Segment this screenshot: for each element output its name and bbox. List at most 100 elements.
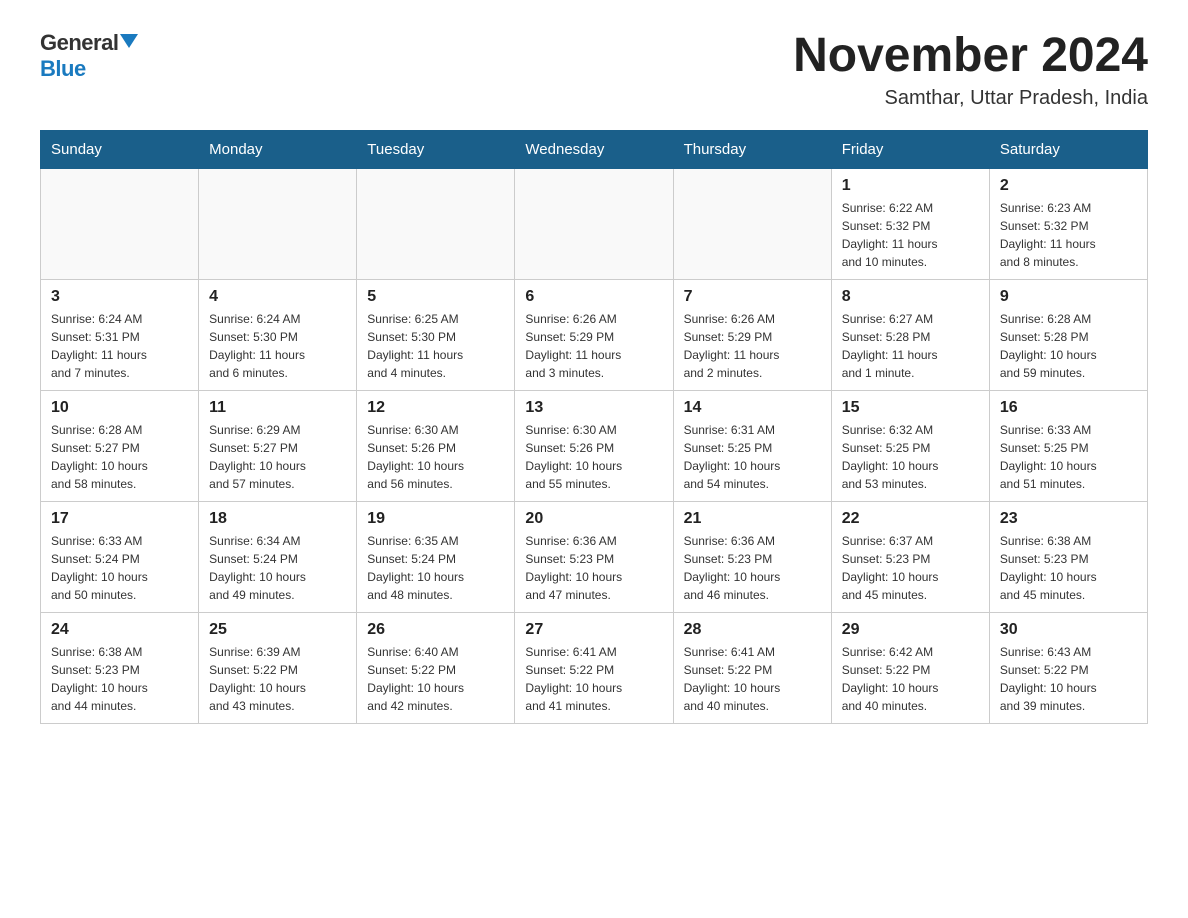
day-info: Sunrise: 6:31 AM Sunset: 5:25 PM Dayligh… bbox=[684, 421, 821, 493]
calendar-cell bbox=[199, 168, 357, 279]
calendar-cell: 4 Sunrise: 6:24 AM Sunset: 5:30 PM Daylig… bbox=[199, 279, 357, 390]
weekday-header-tuesday: Tuesday bbox=[357, 130, 515, 168]
calendar-cell: 6 Sunrise: 6:26 AM Sunset: 5:29 PM Daylig… bbox=[515, 279, 673, 390]
calendar-cell: 24 Sunrise: 6:38 AM Sunset: 5:23 PM Dayli… bbox=[41, 612, 199, 723]
calendar-cell: 8 Sunrise: 6:27 AM Sunset: 5:28 PM Daylig… bbox=[831, 279, 989, 390]
day-info: Sunrise: 6:29 AM Sunset: 5:27 PM Dayligh… bbox=[209, 421, 346, 493]
calendar-cell: 3 Sunrise: 6:24 AM Sunset: 5:31 PM Daylig… bbox=[41, 279, 199, 390]
title-section: November 2024 Samthar, Uttar Pradesh, In… bbox=[793, 30, 1148, 110]
calendar-cell: 21 Sunrise: 6:36 AM Sunset: 5:23 PM Dayli… bbox=[673, 501, 831, 612]
calendar-week-row: 17 Sunrise: 6:33 AM Sunset: 5:24 PM Dayli… bbox=[41, 501, 1148, 612]
weekday-header-monday: Monday bbox=[199, 130, 357, 168]
location-subtitle: Samthar, Uttar Pradesh, India bbox=[793, 87, 1148, 110]
calendar-week-row: 10 Sunrise: 6:28 AM Sunset: 5:27 PM Dayli… bbox=[41, 390, 1148, 501]
day-number: 3 bbox=[51, 288, 188, 306]
day-info: Sunrise: 6:39 AM Sunset: 5:22 PM Dayligh… bbox=[209, 643, 346, 715]
day-number: 1 bbox=[842, 177, 979, 195]
calendar-cell: 27Sunrise: 6:41 AM Sunset: 5:22 PM Dayli… bbox=[515, 612, 673, 723]
day-info: Sunrise: 6:28 AM Sunset: 5:28 PM Dayligh… bbox=[1000, 310, 1137, 382]
day-info: Sunrise: 6:24 AM Sunset: 5:30 PM Dayligh… bbox=[209, 310, 346, 382]
calendar-cell: 28 Sunrise: 6:41 AM Sunset: 5:22 PM Dayli… bbox=[673, 612, 831, 723]
weekday-header-sunday: Sunday bbox=[41, 130, 199, 168]
day-number: 5 bbox=[367, 288, 504, 306]
day-info: Sunrise: 6:36 AM Sunset: 5:23 PM Dayligh… bbox=[525, 532, 662, 604]
day-info: Sunrise: 6:23 AM Sunset: 5:32 PM Dayligh… bbox=[1000, 199, 1137, 271]
day-info: Sunrise: 6:38 AM Sunset: 5:23 PM Dayligh… bbox=[51, 643, 188, 715]
day-number: 8 bbox=[842, 288, 979, 306]
day-number: 4 bbox=[209, 288, 346, 306]
weekday-header-row: SundayMondayTuesdayWednesdayThursdayFrid… bbox=[41, 130, 1148, 168]
month-year-title: November 2024 bbox=[793, 30, 1148, 83]
day-number: 23 bbox=[1000, 510, 1137, 528]
calendar-cell: 19 Sunrise: 6:35 AM Sunset: 5:24 PM Dayli… bbox=[357, 501, 515, 612]
day-info: Sunrise: 6:36 AM Sunset: 5:23 PM Dayligh… bbox=[684, 532, 821, 604]
day-number: 22 bbox=[842, 510, 979, 528]
calendar-cell: 13 Sunrise: 6:30 AM Sunset: 5:26 PM Dayli… bbox=[515, 390, 673, 501]
calendar-cell bbox=[41, 168, 199, 279]
calendar-cell: 7Sunrise: 6:26 AM Sunset: 5:29 PM Daylig… bbox=[673, 279, 831, 390]
day-info: Sunrise: 6:35 AM Sunset: 5:24 PM Dayligh… bbox=[367, 532, 504, 604]
day-number: 24 bbox=[51, 621, 188, 639]
day-info: Sunrise: 6:26 AM Sunset: 5:29 PM Dayligh… bbox=[525, 310, 662, 382]
calendar-week-row: 3 Sunrise: 6:24 AM Sunset: 5:31 PM Daylig… bbox=[41, 279, 1148, 390]
day-number: 9 bbox=[1000, 288, 1137, 306]
logo-general-text: General bbox=[40, 30, 118, 56]
logo-triangle-icon bbox=[120, 34, 138, 48]
day-number: 30 bbox=[1000, 621, 1137, 639]
logo: General Blue bbox=[40, 30, 138, 82]
day-info: Sunrise: 6:25 AM Sunset: 5:30 PM Dayligh… bbox=[367, 310, 504, 382]
day-info: Sunrise: 6:38 AM Sunset: 5:23 PM Dayligh… bbox=[1000, 532, 1137, 604]
calendar-cell: 9 Sunrise: 6:28 AM Sunset: 5:28 PM Daylig… bbox=[989, 279, 1147, 390]
day-info: Sunrise: 6:24 AM Sunset: 5:31 PM Dayligh… bbox=[51, 310, 188, 382]
calendar-cell bbox=[515, 168, 673, 279]
logo-blue-text: Blue bbox=[40, 56, 86, 82]
day-info: Sunrise: 6:37 AM Sunset: 5:23 PM Dayligh… bbox=[842, 532, 979, 604]
calendar-cell: 11Sunrise: 6:29 AM Sunset: 5:27 PM Dayli… bbox=[199, 390, 357, 501]
calendar-week-row: 24 Sunrise: 6:38 AM Sunset: 5:23 PM Dayli… bbox=[41, 612, 1148, 723]
calendar-cell: 23 Sunrise: 6:38 AM Sunset: 5:23 PM Dayli… bbox=[989, 501, 1147, 612]
calendar-cell: 20 Sunrise: 6:36 AM Sunset: 5:23 PM Dayli… bbox=[515, 501, 673, 612]
day-number: 7 bbox=[684, 288, 821, 306]
day-info: Sunrise: 6:30 AM Sunset: 5:26 PM Dayligh… bbox=[525, 421, 662, 493]
weekday-header-saturday: Saturday bbox=[989, 130, 1147, 168]
day-info: Sunrise: 6:33 AM Sunset: 5:25 PM Dayligh… bbox=[1000, 421, 1137, 493]
day-number: 21 bbox=[684, 510, 821, 528]
calendar-cell: 10 Sunrise: 6:28 AM Sunset: 5:27 PM Dayli… bbox=[41, 390, 199, 501]
day-number: 6 bbox=[525, 288, 662, 306]
calendar-cell: 1 Sunrise: 6:22 AM Sunset: 5:32 PM Daylig… bbox=[831, 168, 989, 279]
day-number: 18 bbox=[209, 510, 346, 528]
day-number: 19 bbox=[367, 510, 504, 528]
day-info: Sunrise: 6:41 AM Sunset: 5:22 PM Dayligh… bbox=[684, 643, 821, 715]
day-info: Sunrise: 6:33 AM Sunset: 5:24 PM Dayligh… bbox=[51, 532, 188, 604]
calendar-cell bbox=[357, 168, 515, 279]
calendar-cell: 18Sunrise: 6:34 AM Sunset: 5:24 PM Dayli… bbox=[199, 501, 357, 612]
day-number: 14 bbox=[684, 399, 821, 417]
calendar-week-row: 1 Sunrise: 6:22 AM Sunset: 5:32 PM Daylig… bbox=[41, 168, 1148, 279]
weekday-header-wednesday: Wednesday bbox=[515, 130, 673, 168]
day-number: 17 bbox=[51, 510, 188, 528]
day-number: 16 bbox=[1000, 399, 1137, 417]
calendar-cell: 14 Sunrise: 6:31 AM Sunset: 5:25 PM Dayli… bbox=[673, 390, 831, 501]
day-number: 28 bbox=[684, 621, 821, 639]
calendar-cell: 17 Sunrise: 6:33 AM Sunset: 5:24 PM Dayli… bbox=[41, 501, 199, 612]
day-number: 15 bbox=[842, 399, 979, 417]
day-number: 10 bbox=[51, 399, 188, 417]
day-info: Sunrise: 6:32 AM Sunset: 5:25 PM Dayligh… bbox=[842, 421, 979, 493]
day-info: Sunrise: 6:22 AM Sunset: 5:32 PM Dayligh… bbox=[842, 199, 979, 271]
day-number: 13 bbox=[525, 399, 662, 417]
calendar-cell bbox=[673, 168, 831, 279]
calendar-cell: 12 Sunrise: 6:30 AM Sunset: 5:26 PM Dayli… bbox=[357, 390, 515, 501]
calendar-cell: 30 Sunrise: 6:43 AM Sunset: 5:22 PM Dayli… bbox=[989, 612, 1147, 723]
day-number: 20 bbox=[525, 510, 662, 528]
calendar-cell: 5 Sunrise: 6:25 AM Sunset: 5:30 PM Daylig… bbox=[357, 279, 515, 390]
day-info: Sunrise: 6:27 AM Sunset: 5:28 PM Dayligh… bbox=[842, 310, 979, 382]
day-info: Sunrise: 6:43 AM Sunset: 5:22 PM Dayligh… bbox=[1000, 643, 1137, 715]
day-number: 29 bbox=[842, 621, 979, 639]
calendar-cell: 25Sunrise: 6:39 AM Sunset: 5:22 PM Dayli… bbox=[199, 612, 357, 723]
calendar-cell: 22 Sunrise: 6:37 AM Sunset: 5:23 PM Dayli… bbox=[831, 501, 989, 612]
day-info: Sunrise: 6:30 AM Sunset: 5:26 PM Dayligh… bbox=[367, 421, 504, 493]
calendar-table: SundayMondayTuesdayWednesdayThursdayFrid… bbox=[40, 130, 1148, 724]
day-info: Sunrise: 6:28 AM Sunset: 5:27 PM Dayligh… bbox=[51, 421, 188, 493]
day-number: 12 bbox=[367, 399, 504, 417]
page-header: General Blue November 2024 Samthar, Utta… bbox=[40, 30, 1148, 110]
